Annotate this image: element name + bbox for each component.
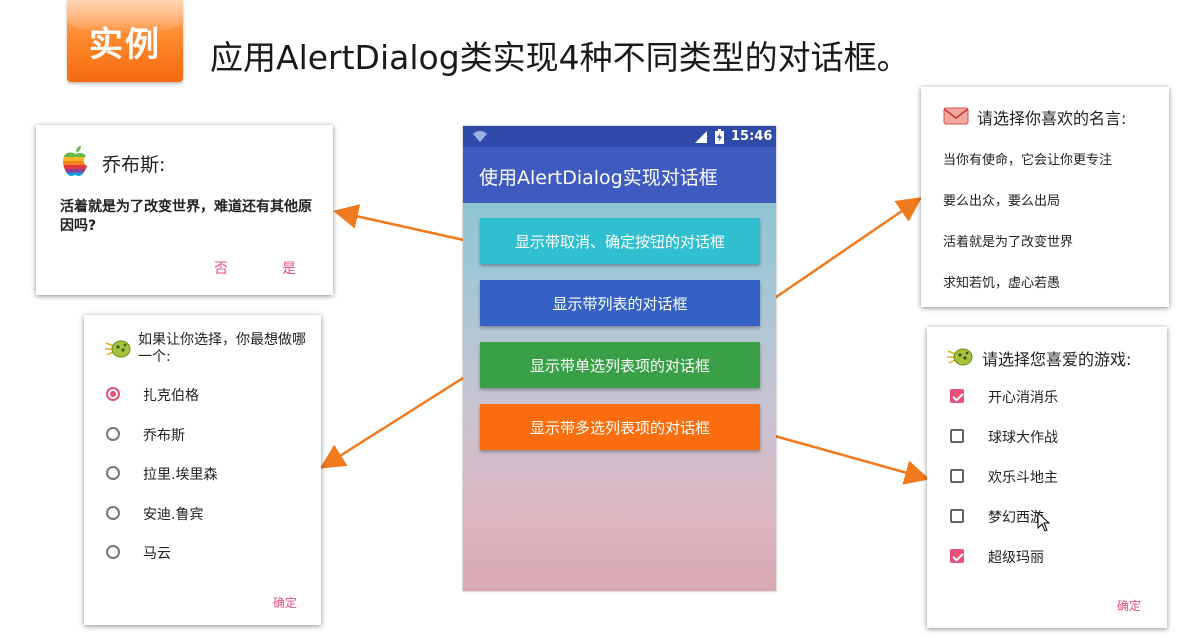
ok-button[interactable]: 确定	[1117, 597, 1141, 614]
bug-icon	[105, 340, 131, 358]
yes-button[interactable]: 是	[282, 258, 296, 278]
no-button[interactable]: 否	[214, 258, 228, 278]
multi-choice-dialog: 请选择您喜爱的游戏: 开心消消乐 球球大作战 欢乐斗地主 梦幻西游 超级玛丽 确…	[927, 327, 1167, 628]
checkbox-label: 球球大作战	[988, 430, 1058, 446]
radio-option-label: 拉里.埃里森	[143, 467, 218, 483]
list-item[interactable]: 求知若饥，虚心若愚	[943, 272, 1060, 291]
list-dialog: 请选择你喜欢的名言: 当你有使命，它会让你更专注 要么出众，要么出局 活着就是为…	[921, 87, 1169, 307]
signal-icon	[695, 131, 707, 143]
checkbox[interactable]	[950, 509, 964, 523]
app-bar: 使用AlertDialog实现对话框	[463, 147, 776, 203]
arrow-to-multi-dialog	[763, 431, 930, 485]
checkbox-label: 梦幻西游	[988, 510, 1044, 526]
checkbox-label: 超级玛丽	[988, 550, 1044, 566]
show-multi-choice-dialog-button[interactable]: 显示带多选列表项的对话框	[480, 404, 760, 450]
bug-icon	[947, 348, 973, 366]
app-title: 使用AlertDialog实现对话框	[479, 167, 718, 189]
confirm-dialog-message: 活着就是为了改变世界，难道还有其他原因吗?	[60, 199, 312, 234]
checkbox[interactable]	[950, 549, 964, 563]
checkbox-label: 欢乐斗地主	[988, 470, 1058, 486]
show-confirm-dialog-button[interactable]: 显示带取消、确定按钮的对话框	[480, 218, 760, 264]
arrow-to-confirm-dialog	[333, 204, 478, 245]
list-item[interactable]: 要么出众，要么出局	[943, 190, 1060, 209]
radio-option-label: 马云	[143, 546, 171, 562]
checkbox-label: 开心消消乐	[988, 390, 1058, 406]
wifi-icon	[473, 131, 487, 142]
list-dialog-title: 请选择你喜欢的名言:	[977, 109, 1127, 128]
ok-button[interactable]: 确定	[273, 594, 297, 611]
radio-option-label: 扎克伯格	[143, 388, 199, 404]
radio-button[interactable]	[106, 387, 120, 401]
single-choice-dialog-title: 如果让你选择，你最想做哪一个:	[138, 332, 306, 365]
confirm-dialog-title: 乔布斯:	[102, 154, 166, 176]
radio-button[interactable]	[106, 545, 120, 559]
status-time: 15:46	[731, 129, 773, 144]
radio-button[interactable]	[106, 466, 120, 480]
mouse-cursor-icon	[1037, 512, 1051, 532]
multi-choice-dialog-title: 请选择您喜爱的游戏:	[982, 350, 1132, 369]
envelope-icon	[943, 107, 969, 125]
show-single-choice-dialog-button[interactable]: 显示带单选列表项的对话框	[480, 342, 760, 388]
status-bar: 15:46	[463, 126, 776, 147]
apple-icon	[63, 146, 87, 176]
phone-screen: 15:46 使用AlertDialog实现对话框 显示带取消、确定按钮的对话框 …	[463, 126, 776, 591]
checkbox[interactable]	[950, 469, 964, 483]
radio-option-label: 安迪.鲁宾	[143, 507, 204, 523]
arrow-to-single-dialog	[319, 364, 483, 469]
list-item[interactable]: 当你有使命，它会让你更专注	[943, 149, 1112, 168]
battery-icon	[715, 129, 724, 144]
checkbox[interactable]	[950, 429, 964, 443]
arrow-to-list-dialog	[765, 197, 923, 306]
single-choice-dialog: 如果让你选择，你最想做哪一个: 扎克伯格 乔布斯 拉里.埃里森 安迪.鲁宾 马云…	[84, 315, 321, 625]
radio-option-label: 乔布斯	[143, 428, 185, 444]
list-item[interactable]: 活着就是为了改变世界	[943, 231, 1073, 250]
radio-button[interactable]	[106, 506, 120, 520]
checkbox[interactable]	[950, 389, 964, 403]
confirm-dialog: 乔布斯: 活着就是为了改变世界，难道还有其他原因吗? 否 是	[36, 125, 333, 295]
radio-button[interactable]	[106, 427, 120, 441]
show-list-dialog-button[interactable]: 显示带列表的对话框	[480, 280, 760, 326]
